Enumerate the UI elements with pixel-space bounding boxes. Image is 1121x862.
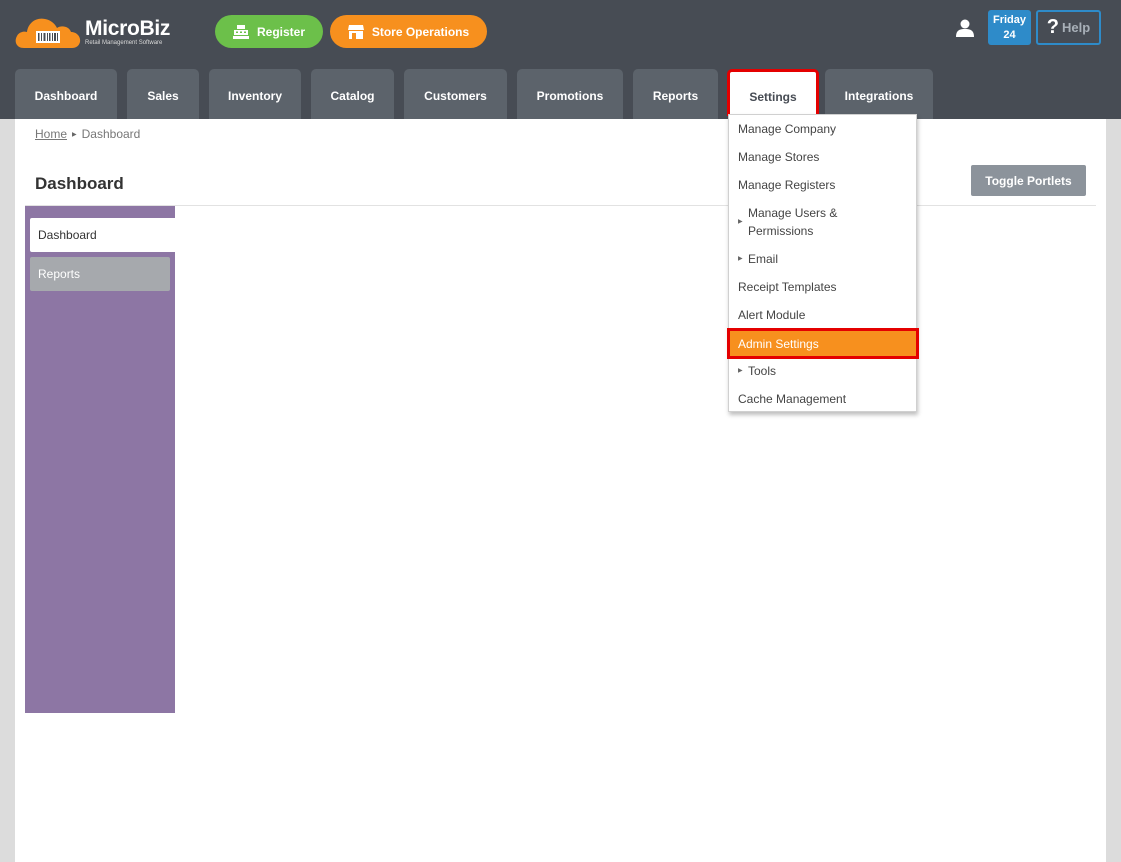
tab-settings[interactable]: Settings (727, 69, 819, 116)
logo-tagline: Retail Management Software (85, 40, 163, 46)
menu-item-manage-company[interactable]: Manage Company (729, 119, 916, 139)
page-title: Dashboard (35, 174, 124, 193)
register-button[interactable]: Register (215, 15, 323, 48)
tab-customers[interactable]: Customers (404, 69, 507, 119)
menu-item-tools[interactable]: ▶ Tools (729, 361, 916, 381)
question-mark-icon: ? (1046, 16, 1060, 38)
menu-item-label-line2: Permissions (748, 224, 814, 238)
menu-item-receipt-templates[interactable]: Receipt Templates (729, 277, 916, 297)
menu-item-label: Manage Registers (738, 178, 836, 192)
user-icon[interactable] (955, 18, 975, 38)
breadcrumb-home-link[interactable]: Home (35, 127, 67, 141)
dashboard-sidebar: Dashboard Reports (25, 206, 175, 713)
menu-item-alert-module[interactable]: Alert Module (729, 305, 916, 325)
tab-label: Integrations (844, 89, 914, 103)
menu-item-label: Manage Stores (738, 150, 820, 164)
date-badge[interactable]: Friday 24 (988, 10, 1031, 45)
breadcrumb-arrow-icon: ▶ (72, 131, 77, 138)
tab-dashboard[interactable]: Dashboard (15, 69, 117, 119)
tab-label: Inventory (227, 89, 282, 103)
sidebar-item-dashboard[interactable]: Dashboard (30, 218, 175, 252)
sidebar-item-label: Reports (38, 267, 81, 281)
tab-sales[interactable]: Sales (127, 69, 199, 119)
sidebar-item-reports[interactable]: Reports (30, 257, 170, 291)
menu-item-email[interactable]: ▶ Email (729, 249, 916, 269)
breadcrumb: Home ▶ Dashboard (35, 127, 140, 141)
cash-register-icon (232, 24, 249, 39)
settings-dropdown-menu: Manage Company Manage Stores Manage Regi… (727, 114, 919, 412)
tab-inventory[interactable]: Inventory (209, 69, 301, 119)
help-label: Help (1062, 20, 1091, 35)
cloud-barcode-icon (15, 18, 81, 48)
help-button[interactable]: ? Help (1036, 10, 1101, 45)
menu-item-label: Admin Settings (738, 336, 819, 351)
tab-label: Sales (147, 89, 179, 103)
tab-label: Customers (424, 89, 487, 103)
tab-promotions[interactable]: Promotions (517, 69, 623, 119)
menu-item-manage-users[interactable]: ▶ Manage Users & Permissions (729, 203, 916, 241)
storefront-icon (347, 24, 364, 39)
tab-label: Dashboard (34, 89, 98, 103)
date-number: 24 (1003, 29, 1016, 41)
menu-item-label: Alert Module (738, 308, 806, 322)
submenu-arrow-icon: ▶ (738, 219, 743, 225)
menu-item-label: Manage Company (738, 122, 837, 136)
toggle-portlets-button[interactable]: Toggle Portlets (971, 165, 1086, 196)
menu-item-label: Receipt Templates (738, 280, 837, 294)
menu-item-manage-registers[interactable]: Manage Registers (729, 175, 916, 195)
menu-item-label: Manage Users & (748, 206, 838, 220)
tab-label: Settings (749, 90, 797, 104)
menu-item-label: Email (748, 252, 779, 266)
submenu-arrow-icon: ▶ (738, 256, 743, 262)
tab-label: Promotions (536, 89, 604, 103)
top-header: MicroBiz Retail Management Software Regi… (0, 0, 1121, 119)
sidebar-item-label: Dashboard (38, 228, 97, 242)
tab-label: Catalog (330, 89, 375, 103)
menu-item-label-group: Manage Users & Permissions (748, 204, 837, 240)
store-operations-button[interactable]: Store Operations (330, 15, 487, 48)
tab-catalog[interactable]: Catalog (311, 69, 394, 119)
menu-item-label: Cache Management (738, 392, 847, 406)
logo-text: MicroBiz (85, 17, 171, 40)
store-operations-label: Store Operations (371, 24, 470, 39)
breadcrumb-current: Dashboard (81, 127, 141, 141)
microbiz-logo[interactable]: MicroBiz Retail Management Software (14, 12, 184, 52)
tab-label: Reports (652, 89, 699, 103)
menu-item-label: Tools (748, 364, 777, 378)
date-day: Friday (992, 14, 1026, 26)
tab-integrations[interactable]: Integrations (825, 69, 933, 119)
menu-item-admin-settings[interactable]: Admin Settings (727, 328, 919, 359)
menu-item-cache-management[interactable]: Cache Management (729, 389, 916, 409)
title-divider (25, 205, 1096, 206)
submenu-arrow-icon: ▶ (738, 368, 743, 374)
register-label: Register (256, 24, 306, 39)
tab-reports[interactable]: Reports (633, 69, 718, 119)
main-content: Home ▶ Dashboard Dashboard Toggle Portle… (15, 119, 1106, 862)
menu-item-manage-stores[interactable]: Manage Stores (729, 147, 916, 167)
